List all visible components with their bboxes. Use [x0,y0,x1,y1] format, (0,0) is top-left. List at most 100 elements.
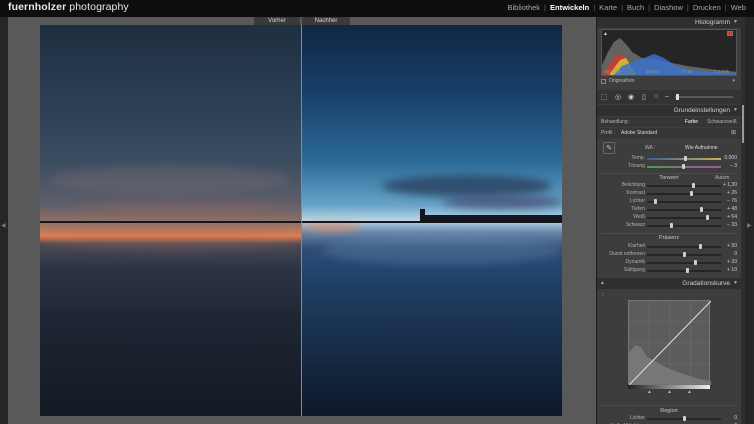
treatment-bw-button[interactable]: Schwarzweiß [707,119,737,125]
slider-knob[interactable] [700,207,704,212]
slider-row: Kontrast + 26 [597,190,741,198]
spot-removal-icon[interactable]: ◎ [615,93,621,101]
radial-filter-icon[interactable]: ○ [654,93,658,100]
divider [601,405,737,406]
tool-slider-knob[interactable] [676,94,679,100]
compare-divider[interactable] [301,25,302,416]
curve-toggle-icon[interactable]: ▲ [600,280,605,286]
slider-track[interactable] [647,209,721,211]
treatment-label: Behandlung : [601,119,631,125]
slider-row: Tiefen + 48 [597,206,741,214]
slider-value[interactable]: + 64 [727,214,737,220]
collapse-icon[interactable]: ▼ [733,280,738,286]
slider-knob[interactable] [689,191,693,196]
slider-label: Schwarz [625,222,645,228]
module-drucken[interactable]: Drucken [689,3,725,12]
module-entwickeln[interactable]: Entwickeln [546,3,593,12]
shadow-clipping-icon[interactable]: ▲ [603,31,608,37]
profile-browser-icon[interactable]: ⊞ [731,129,736,136]
slider-knob[interactable] [669,223,673,228]
histogram-header[interactable]: Histogramm ▼ [597,17,741,28]
slider-label: Temp. [631,155,645,161]
slider-track[interactable] [647,262,721,264]
curve-split-knob[interactable]: ▲ [687,389,692,395]
slider-label: Tiefen [631,206,645,212]
slider-knob[interactable] [683,156,687,161]
cloud-shape [70,200,300,214]
collapse-right-icon[interactable]: ▶ [747,222,752,229]
slider-track[interactable] [647,246,721,248]
slider-value[interactable]: + 48 [727,206,737,212]
wb-select[interactable]: Wie Aufnahme [685,145,718,151]
wb-label: WA : [645,145,656,151]
slider-knob[interactable] [682,416,686,421]
slider-row: Temp. 0,000 [597,155,741,163]
module-web[interactable]: Web [727,3,750,12]
slider-row: Sättigung + 10 [597,267,741,275]
tone-curve-graph[interactable] [628,300,712,386]
slider-knob[interactable] [693,260,697,265]
slider-value[interactable]: + 33 [727,259,737,265]
slider-value[interactable]: + 1,30 [723,182,737,188]
water-reflection [322,235,562,265]
slider-knob[interactable] [706,215,710,220]
slider-value[interactable]: − 3 [730,163,737,169]
curve-header[interactable]: ▲ Gradationskurve ▼ [597,278,741,289]
curve-target-icon[interactable]: ◌ [601,292,605,298]
graduated-filter-icon[interactable]: ▯ [642,93,646,101]
collapse-icon[interactable]: ▼ [733,19,738,25]
slider-label: Belichtung [621,182,645,188]
slider-track[interactable] [647,270,721,272]
redeye-icon[interactable]: ◉ [628,93,634,101]
after-image[interactable] [302,25,562,416]
histogram-chart[interactable]: ISO 200 16 mm f / 16 0,4 Sek. [601,29,737,76]
module-diashow[interactable]: Diashow [650,3,687,12]
panel-scroll-thumb[interactable] [742,105,744,143]
slider-value[interactable]: 0 [734,251,737,257]
cloud-shape [50,165,290,195]
slider-value[interactable]: 0,000 [724,155,737,161]
curve-split-knob[interactable]: ▲ [647,389,652,395]
original-photo-checkbox[interactable] [601,79,606,84]
slider-value[interactable]: + 26 [727,190,737,196]
left-panel-collapsed[interactable] [0,17,8,424]
histogram-title: Histogramm [694,19,730,26]
slider-track[interactable] [647,225,721,227]
module-buch[interactable]: Buch [623,3,648,12]
chevron-down-icon[interactable]: ▾ [732,78,735,84]
cloud-shape [382,175,552,197]
slider-knob[interactable] [682,252,686,257]
slider-knob[interactable] [654,199,658,204]
module-karte[interactable]: Karte [595,3,621,12]
brush-icon[interactable]: – [665,93,669,100]
slider-knob[interactable] [681,164,685,169]
slider-value[interactable]: − 76 [727,198,737,204]
slider-value[interactable]: + 10 [727,267,737,273]
slider-value[interactable]: − 33 [727,222,737,228]
slider-track[interactable] [647,201,721,203]
module-bibliothek[interactable]: Bibliothek [504,3,545,12]
original-photo-row: Originalfoto ▾ [601,78,737,86]
slider-track[interactable] [647,193,721,195]
crop-icon[interactable]: ⬚ [601,93,608,101]
treatment-color-button[interactable]: Farbe [685,119,698,125]
tone-auto-button[interactable]: Autom. [715,175,731,181]
basic-header[interactable]: Grundeinstellungen ▼ [597,105,741,116]
right-edge-strip[interactable] [745,17,754,424]
slider-track[interactable] [647,185,721,187]
slider-value[interactable]: 0 [734,415,737,421]
expand-left-icon[interactable]: ◀ [1,222,6,229]
slider-value[interactable]: + 50 [727,243,737,249]
slider-knob[interactable] [692,183,696,188]
slider-knob[interactable] [698,244,702,249]
profile-label: Profil : [601,130,616,136]
slider-knob[interactable] [686,268,690,273]
profile-select[interactable]: Adobe Standard [621,130,657,136]
slider-track[interactable] [647,217,721,219]
before-image[interactable] [40,25,301,416]
slider-row: Tönung − 3 [597,163,741,171]
curve-split-knob[interactable]: ▲ [667,389,672,395]
collapse-icon[interactable]: ▼ [733,107,738,113]
wb-eyedropper-icon[interactable]: ✎ [603,142,615,154]
highlight-clipping-icon[interactable] [727,31,733,36]
